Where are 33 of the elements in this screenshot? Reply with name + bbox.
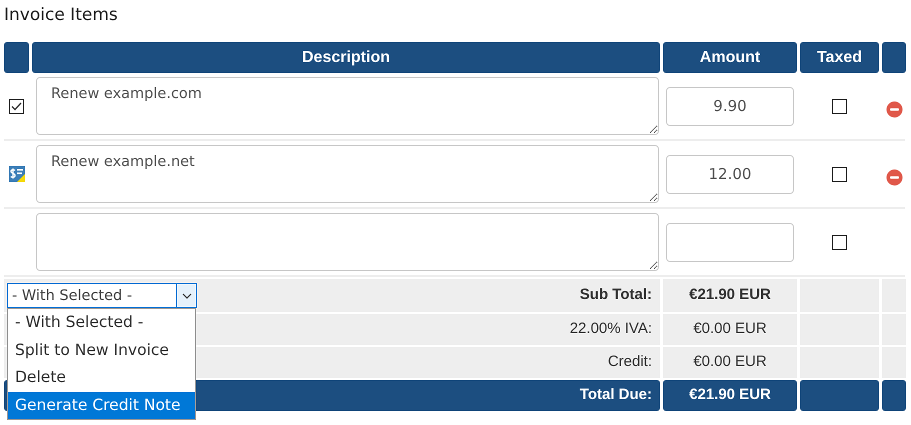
total-value: €0.00 EUR [663,314,797,345]
total-value: €21.90 EUR [663,279,797,312]
total-label: 22.00% IVA: [570,319,652,340]
amount-field[interactable]: 9.90 [666,86,794,126]
dropdown-option[interactable]: Split to New Invoice [8,336,195,364]
dropdown-option[interactable]: Delete [8,364,195,392]
total-label: Credit: [608,352,652,372]
select-checkbox[interactable] [9,98,24,114]
total-label: Sub Total: [580,285,652,306]
amount-field[interactable]: 12.00 [666,154,794,194]
taxed-checkbox[interactable] [832,98,847,114]
remove-icon[interactable] [886,168,902,186]
empty-cell [882,380,906,411]
header-cell [4,42,29,73]
description-field[interactable]: Renew example.net [36,145,659,203]
section-title: Invoice Items [4,4,119,27]
header-cell [882,42,906,73]
description-field[interactable]: Renew example.com [36,77,659,135]
invoice-icon [8,166,24,182]
taxed-checkbox[interactable] [832,234,847,250]
dropdown-option[interactable]: Generate Credit Note [8,392,195,419]
caret-icon [182,292,192,298]
dropdown-option[interactable]: - With Selected - [8,309,195,336]
total-value: €0.00 EUR [663,347,797,378]
amount-field[interactable] [666,222,794,262]
total-label: Total Due: [580,385,652,406]
column-header: Description [32,42,660,73]
description-field[interactable] [36,213,659,271]
column-header: Amount [663,42,797,73]
remove-icon[interactable] [886,100,902,118]
total-value: €21.90 EUR [663,380,797,411]
taxed-checkbox[interactable] [832,166,847,182]
column-header: Taxed [800,42,879,73]
